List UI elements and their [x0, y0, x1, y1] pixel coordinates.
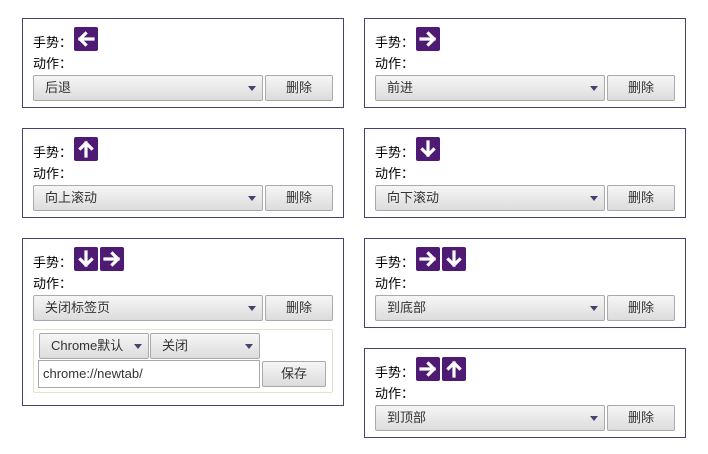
action-select[interactable]: 前进 [375, 75, 605, 101]
gesture-row: 手势： [375, 245, 467, 271]
action-select-value: 向上滚动 [45, 190, 98, 205]
arrow-right-icon [100, 247, 125, 271]
mode-select-value: 关闭 [162, 338, 189, 353]
mode-select[interactable]: 关闭 [150, 333, 260, 359]
arrow-right-icon [416, 357, 441, 381]
arrow-right-icon [416, 247, 441, 271]
gesture-card-scroll-down: 手势： 动作： 向下滚动 删除 [364, 128, 686, 218]
gesture-card-scroll-up: 手势： 动作： 向上滚动 删除 [22, 128, 344, 218]
action-select-value: 向下滚动 [387, 190, 440, 205]
chevron-down-icon [248, 306, 256, 311]
action-label: 动作： [375, 276, 415, 291]
action-select-value: 到底部 [387, 300, 427, 315]
arrow-right-icon [416, 27, 441, 51]
gesture-label: 手势： [375, 145, 415, 160]
action-select[interactable]: 关闭标签页 [33, 295, 263, 321]
chevron-down-icon [590, 416, 598, 421]
gesture-row: 手势： [375, 355, 467, 381]
gesture-card-to-top: 手势： 动作： 到顶部 删除 [364, 348, 686, 438]
arrow-down-icon [74, 247, 99, 271]
gesture-label: 手势： [33, 35, 73, 50]
action-select-value: 后退 [45, 80, 72, 95]
gesture-row: 手势： [375, 25, 441, 51]
gesture-card-back: 手势： 动作： 后退 删除 [22, 18, 344, 108]
save-button[interactable]: 保存 [262, 361, 326, 387]
action-label: 动作： [375, 56, 415, 71]
gesture-label: 手势： [33, 145, 73, 160]
action-label: 动作： [375, 386, 415, 401]
browser-select-value: Chrome默认 [51, 338, 124, 353]
arrow-up-icon [74, 137, 99, 161]
action-select-value: 前进 [387, 80, 414, 95]
gesture-label: 手势： [375, 255, 415, 270]
action-select[interactable]: 到顶部 [375, 405, 605, 431]
delete-button[interactable]: 删除 [607, 75, 675, 101]
action-label: 动作： [33, 276, 73, 291]
close-tab-options-panel: Chrome默认 关闭 chrome://newtab/ 保存 [33, 329, 333, 393]
gesture-row: 手势： [33, 135, 99, 161]
delete-button[interactable]: 删除 [607, 295, 675, 321]
chevron-down-icon [590, 306, 598, 311]
gesture-label: 手势： [375, 365, 415, 380]
delete-button[interactable]: 删除 [265, 185, 333, 211]
chevron-down-icon [248, 196, 256, 201]
arrow-down-icon [416, 137, 441, 161]
action-select[interactable]: 后退 [33, 75, 263, 101]
gesture-label: 手势： [33, 255, 73, 270]
chevron-down-icon [590, 196, 598, 201]
gesture-card-close-tab: 手势： 动作： 关闭标签页 删除 Chrome默认 关闭 chrome://ne… [22, 238, 344, 406]
gesture-card-forward: 手势： 动作： 前进 删除 [364, 18, 686, 108]
arrow-up-icon [442, 357, 467, 381]
action-select[interactable]: 向上滚动 [33, 185, 263, 211]
browser-select[interactable]: Chrome默认 [39, 333, 149, 359]
action-select-value: 关闭标签页 [45, 300, 111, 315]
gesture-row: 手势： [375, 135, 441, 161]
arrow-down-icon [442, 247, 467, 271]
action-label: 动作： [375, 166, 415, 181]
delete-button[interactable]: 删除 [265, 75, 333, 101]
action-label: 动作： [33, 56, 73, 71]
gesture-label: 手势： [375, 35, 415, 50]
chevron-down-icon [245, 344, 253, 349]
arrow-left-icon [74, 27, 99, 51]
gesture-row: 手势： [33, 25, 99, 51]
action-label: 动作： [33, 166, 73, 181]
delete-button[interactable]: 删除 [607, 185, 675, 211]
chevron-down-icon [248, 86, 256, 91]
delete-button[interactable]: 删除 [607, 405, 675, 431]
delete-button[interactable]: 删除 [265, 295, 333, 321]
gesture-card-to-bottom: 手势： 动作： 到底部 删除 [364, 238, 686, 328]
chevron-down-icon [590, 86, 598, 91]
chevron-down-icon [134, 344, 142, 349]
action-select-value: 到顶部 [387, 410, 427, 425]
url-input[interactable]: chrome://newtab/ [38, 360, 260, 388]
gesture-row: 手势： [33, 245, 125, 271]
action-select[interactable]: 到底部 [375, 295, 605, 321]
action-select[interactable]: 向下滚动 [375, 185, 605, 211]
